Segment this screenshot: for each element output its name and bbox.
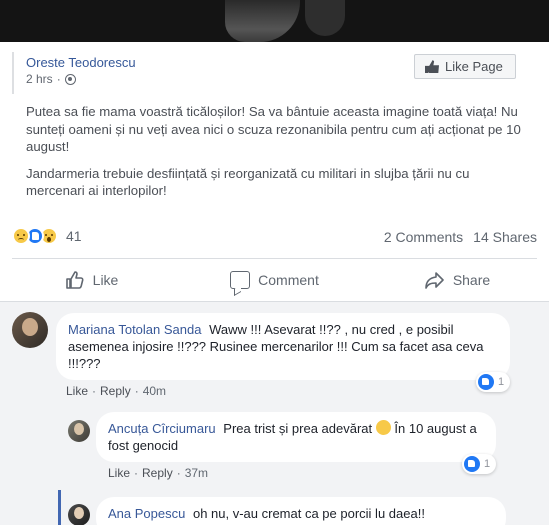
share-label: Share — [452, 272, 491, 288]
comment-reaction-count: 1 — [498, 376, 505, 388]
post-author[interactable]: Oreste Teodorescu — [26, 55, 136, 70]
comment-reactions[interactable]: 1 — [476, 372, 511, 392]
like-button[interactable]: Like — [0, 260, 183, 300]
post-paragraph: Jandarmeria trebuie desființată și reorg… — [26, 165, 470, 199]
post-stats: 2 Comments 14 Shares — [384, 229, 537, 245]
post-time[interactable]: 2 hrs — [26, 72, 53, 86]
comment-actions: Like · Reply · 37m — [108, 466, 209, 480]
comments-count[interactable]: 2 Comments — [384, 229, 463, 245]
quote-bar — [12, 52, 14, 94]
separator-dot: · — [56, 72, 61, 86]
comment-author[interactable]: Ana Popescu — [108, 506, 185, 521]
avatar[interactable] — [68, 420, 90, 442]
comment-like-link[interactable]: Like — [108, 466, 130, 480]
reactions-summary[interactable]: 41 — [12, 227, 82, 245]
share-icon — [425, 272, 444, 289]
highlight-bar — [58, 490, 61, 525]
divider — [12, 258, 537, 259]
comment-time[interactable]: 37m — [185, 466, 208, 480]
reaction-count[interactable]: 41 — [66, 228, 82, 244]
avatar-face — [74, 507, 84, 519]
globe-icon[interactable] — [64, 73, 76, 85]
avatar-face — [22, 318, 38, 336]
photo-figure — [225, 0, 300, 42]
like-page-button[interactable]: Like Page — [414, 54, 516, 79]
avatar[interactable] — [68, 504, 90, 525]
post-photo[interactable] — [0, 0, 549, 42]
comment-button[interactable]: Comment — [183, 260, 366, 300]
photo-figure-detail — [305, 0, 345, 36]
post-paragraph: Putea sa fie mama voastră ticăloșilor! S… — [26, 104, 521, 154]
comment-reaction-count: 1 — [484, 458, 491, 470]
post-meta: 2 hrs · — [26, 72, 76, 86]
comment-reply-link[interactable]: Reply — [142, 466, 173, 480]
sad-emoji-icon — [375, 420, 391, 435]
comment-like-link[interactable]: Like — [66, 384, 88, 398]
share-button[interactable]: Share — [366, 260, 549, 300]
sad-reaction-icon — [12, 227, 30, 245]
comment-bubble: Ana Popescu oh nu, v-au cremat ca pe por… — [96, 497, 506, 525]
like-label: Like — [92, 272, 119, 288]
like-reaction-icon — [478, 374, 494, 390]
comment-icon — [230, 271, 251, 289]
comment-label: Comment — [258, 272, 319, 288]
post-text: Putea sa fie mama voastră ticăloșilor! S… — [26, 103, 531, 209]
avatar[interactable] — [12, 312, 48, 348]
comment-reactions[interactable]: 1 — [462, 454, 497, 474]
shares-count[interactable]: 14 Shares — [473, 229, 537, 245]
divider — [0, 301, 549, 302]
action-bar: Like Comment Share — [0, 260, 549, 300]
comment-author[interactable]: Ancuța Cîrciumaru — [108, 421, 216, 436]
comment-text: Prea trist și prea adevărat — [223, 421, 373, 436]
thumbs-up-icon — [425, 60, 439, 73]
comment-actions: Like · Reply · 40m — [66, 384, 167, 398]
comment-bubble: Mariana Totolan Sanda Waww !!! Asevarat … — [56, 313, 510, 380]
comment-author[interactable]: Mariana Totolan Sanda — [68, 322, 201, 337]
comment-reply-link[interactable]: Reply — [100, 384, 131, 398]
comment-bubble: Ancuța Cîrciumaru Prea trist și prea ade… — [96, 412, 496, 462]
avatar-face — [74, 423, 84, 435]
like-page-label: Like Page — [445, 59, 503, 74]
comment-time[interactable]: 40m — [143, 384, 166, 398]
thumbs-up-icon — [65, 271, 84, 289]
like-reaction-icon — [464, 456, 480, 472]
comment-text: oh nu, v-au cremat ca pe porcii lu daea!… — [192, 506, 425, 521]
